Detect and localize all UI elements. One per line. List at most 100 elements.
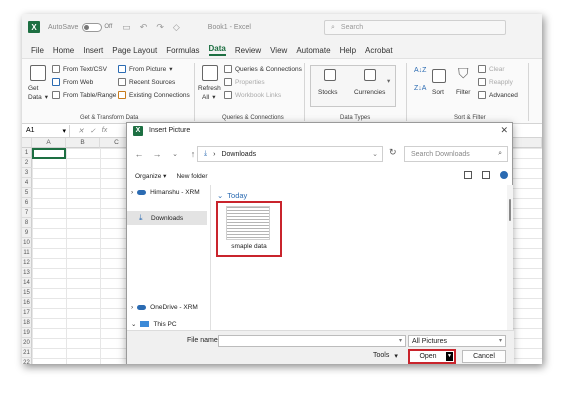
autosave-toggle[interactable] — [82, 22, 103, 32]
help-icon[interactable] — [500, 171, 508, 179]
column-header-b[interactable]: B — [66, 138, 100, 148]
row-header[interactable]: 8 — [22, 218, 32, 228]
row-header[interactable]: 6 — [22, 198, 32, 208]
fill-color-icon[interactable]: ◇ — [173, 22, 180, 33]
row-header[interactable]: 9 — [22, 228, 32, 238]
from-text-csv-button[interactable]: From Text/CSV — [52, 65, 107, 73]
queries-connections-button[interactable]: Queries & Connections — [224, 65, 302, 73]
breadcrumb[interactable]: Downloads — [221, 151, 256, 158]
tab-view[interactable]: View — [270, 46, 287, 55]
file-name-field[interactable]: ▾ — [218, 335, 406, 347]
row-header[interactable]: 4 — [22, 178, 32, 188]
sort-button[interactable]: Sort — [432, 89, 444, 96]
row-header[interactable]: 14 — [22, 278, 32, 288]
new-folder-button[interactable]: New folder — [176, 173, 207, 180]
change-view-icon[interactable] — [464, 171, 472, 179]
redo-icon[interactable]: ↷ — [156, 22, 164, 33]
properties-button[interactable]: Properties — [224, 78, 265, 86]
scrollbar[interactable] — [507, 185, 513, 330]
refresh-all-button-2[interactable]: All ▾ — [202, 93, 216, 102]
select-all-corner[interactable] — [22, 138, 32, 148]
row-header[interactable]: 18 — [22, 318, 32, 328]
row-header[interactable]: 5 — [22, 188, 32, 198]
tab-automate[interactable]: Automate — [296, 46, 330, 55]
open-dropdown-icon[interactable]: ▼ — [446, 352, 453, 361]
tab-formulas[interactable]: Formulas — [166, 46, 199, 55]
nav-item-this-pc[interactable]: ⌄ This PC — [131, 320, 177, 329]
refresh-icon[interactable]: ↻ — [389, 147, 397, 158]
close-icon[interactable]: ✕ — [500, 125, 508, 136]
address-bar[interactable]: ⤓ › Downloads ⌄ — [197, 146, 383, 162]
back-icon[interactable]: ← — [133, 149, 145, 159]
nav-item-onedrive[interactable]: › OneDrive - XRM — [131, 304, 198, 311]
row-header[interactable]: 13 — [22, 268, 32, 278]
from-table-range-button[interactable]: From Table/Range — [52, 91, 116, 99]
from-picture-button[interactable]: From Picture ▾ — [118, 65, 172, 73]
selected-cell[interactable] — [32, 148, 66, 159]
preview-pane-icon[interactable] — [482, 171, 490, 179]
file-type-select[interactable]: All Pictures ▾ — [408, 335, 506, 347]
sort-icon[interactable] — [432, 69, 446, 83]
filter-button[interactable]: Filter — [456, 89, 470, 96]
row-header[interactable]: 3 — [22, 168, 32, 178]
column-header-a[interactable]: A — [32, 138, 66, 148]
stocks-button[interactable]: Stocks — [318, 89, 338, 96]
undo-icon[interactable]: ↶ — [140, 22, 148, 33]
row-header[interactable]: 20 — [22, 338, 32, 348]
row-header[interactable]: 21 — [22, 348, 32, 358]
get-data-button[interactable]: Get — [28, 85, 38, 92]
chevron-down-icon[interactable]: ▾ — [399, 337, 402, 344]
row-header[interactable]: 22 — [22, 358, 32, 364]
forward-icon[interactable]: → — [151, 149, 163, 159]
cancel-button[interactable]: Cancel — [462, 350, 506, 363]
row-header[interactable]: 17 — [22, 308, 32, 318]
tab-home[interactable]: Home — [53, 46, 74, 55]
tab-acrobat[interactable]: Acrobat — [365, 46, 393, 55]
cancel-formula-icon[interactable]: ✕ — [78, 127, 84, 135]
nav-item-downloads[interactable]: ⤓ Downloads — [127, 211, 207, 225]
data-types-gallery[interactable] — [310, 65, 396, 107]
gallery-more-icon[interactable]: ▾ — [387, 77, 390, 85]
organize-button[interactable]: Organize ▾ — [135, 172, 166, 180]
recent-locations-icon[interactable]: ⌄ — [169, 150, 181, 158]
recent-sources-button[interactable]: Recent Sources — [118, 78, 175, 86]
advanced-button[interactable]: Advanced — [478, 91, 518, 99]
nav-item-himanshu[interactable]: › Himanshu - XRM — [131, 189, 200, 196]
refresh-icon[interactable] — [202, 65, 218, 81]
workbook-links-button[interactable]: Workbook Links — [224, 91, 281, 99]
row-header[interactable]: 10 — [22, 238, 32, 248]
tab-file[interactable]: File — [31, 46, 44, 55]
insert-function-icon[interactable]: fx — [102, 127, 107, 135]
row-header[interactable]: 7 — [22, 208, 32, 218]
chevron-down-icon[interactable]: ⌄ — [372, 150, 378, 158]
save-icon[interactable]: ▭ — [122, 22, 131, 33]
row-header[interactable]: 11 — [22, 248, 32, 258]
row-header[interactable]: 15 — [22, 288, 32, 298]
row-header[interactable]: 19 — [22, 328, 32, 338]
filter-icon[interactable]: ⛉ — [458, 65, 469, 82]
tab-insert[interactable]: Insert — [83, 46, 103, 55]
group-header[interactable]: ⌄ Today — [217, 191, 247, 200]
row-header[interactable]: 1 — [22, 148, 32, 158]
currencies-icon[interactable] — [364, 69, 376, 81]
existing-connections-button[interactable]: Existing Connections — [118, 91, 190, 99]
row-header[interactable]: 2 — [22, 158, 32, 168]
stocks-icon[interactable] — [324, 69, 336, 81]
tab-page-layout[interactable]: Page Layout — [112, 46, 157, 55]
from-web-button[interactable]: From Web — [52, 78, 93, 86]
tab-review[interactable]: Review — [235, 46, 261, 55]
refresh-all-button[interactable]: Refresh — [198, 85, 221, 92]
enter-formula-icon[interactable]: ✓ — [90, 127, 96, 135]
search-input[interactable]: ⌕ Search — [324, 20, 506, 35]
get-data-button-2[interactable]: Data ▾ — [28, 93, 48, 102]
currencies-button[interactable]: Currencies — [354, 89, 385, 96]
row-header[interactable]: 16 — [22, 298, 32, 308]
reapply-button[interactable]: Reapply — [478, 78, 513, 86]
tools-button[interactable]: Tools ▾ — [373, 352, 398, 360]
sort-za-icon[interactable]: Z↓A — [414, 85, 426, 92]
clear-button[interactable]: Clear — [478, 65, 505, 73]
name-box[interactable]: A1 ▾ — [22, 124, 70, 137]
open-button[interactable]: Open — [411, 352, 445, 361]
tab-help[interactable]: Help — [340, 46, 356, 55]
row-header[interactable]: 12 — [22, 258, 32, 268]
